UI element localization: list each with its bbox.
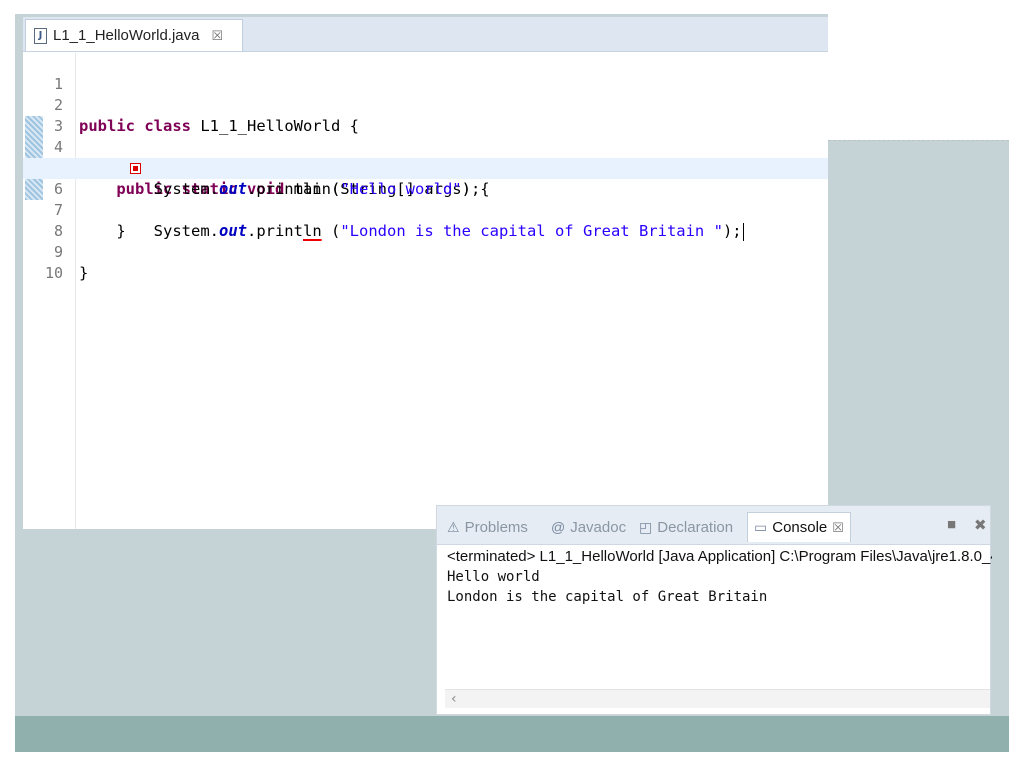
code-line[interactable]: 7 } <box>23 179 828 240</box>
error-marker-icon[interactable] <box>130 163 141 174</box>
current-code-line[interactable]: 6 System.out.println ("London is the cap… <box>23 158 828 241</box>
editor-tab[interactable]: J L1_1_HelloWorld.java ☒ <box>25 19 243 51</box>
editor-tab-title: L1_1_HelloWorld.java <box>53 27 200 44</box>
console-icon: ▭ <box>754 519 768 535</box>
console-output-line: Hello world <box>447 569 540 585</box>
tab-problems[interactable]: ⚠ Problems <box>447 514 528 540</box>
code-line[interactable]: 3 <box>23 95 828 135</box>
console-view: ⚠ Problems @ Javadoc ◰ Declaration ▭ Con… <box>436 505 992 715</box>
tab-declaration[interactable]: ◰ Declaration <box>639 514 733 540</box>
close-icon[interactable]: ☒ <box>832 520 844 536</box>
code-area[interactable]: 1 2 public class L1_1_HelloWorld { 3 4 ⊖… <box>23 53 828 529</box>
tab-javadoc[interactable]: @ Javadoc <box>551 514 626 540</box>
editor-tab-bar: J L1_1_HelloWorld.java ☒ <box>23 17 828 52</box>
javadoc-icon: @ <box>551 519 566 535</box>
console-tab-bar: ⚠ Problems @ Javadoc ◰ Declaration ▭ Con… <box>437 506 990 545</box>
code-line[interactable]: 1 <box>23 53 828 93</box>
tab-label: Problems <box>464 518 528 536</box>
declaration-icon: ◰ <box>639 518 653 535</box>
tab-label: Javadoc <box>570 518 627 536</box>
horizontal-scrollbar[interactable]: ‹ <box>445 689 990 708</box>
problems-icon: ⚠ <box>447 518 460 535</box>
status-bar-area <box>15 716 1009 752</box>
view-divider <box>828 140 1009 141</box>
code-line[interactable]: 10 <box>23 242 828 282</box>
java-file-icon: J <box>34 27 47 44</box>
line-number: 10 <box>44 264 63 282</box>
code-line[interactable]: 9 } <box>23 221 828 282</box>
code-line[interactable]: 2 public class L1_1_HelloWorld { <box>23 74 828 135</box>
tab-label: Console <box>772 519 828 536</box>
scroll-left-icon[interactable]: ‹ <box>451 690 457 708</box>
code-text: } <box>79 264 89 282</box>
console-status-line: <terminated> L1_1_HelloWorld [Java Appli… <box>447 548 992 565</box>
remove-launch-icon[interactable]: ✖ <box>974 516 987 534</box>
tab-console[interactable]: ▭ Console ☒ <box>747 512 851 542</box>
code-line[interactable]: 5 System.out.println ("Hello world"); <box>23 137 828 198</box>
tab-label: Declaration <box>657 518 734 536</box>
close-icon[interactable]: ☒ <box>211 28 223 44</box>
code-line[interactable]: 8 <box>23 200 828 240</box>
java-editor[interactable]: J L1_1_HelloWorld.java ☒ 1 2 public clas… <box>23 17 828 529</box>
stop-icon[interactable]: ■ <box>947 516 956 533</box>
outline-view-area <box>828 14 1009 140</box>
console-output-line: London is the capital of Great Britain <box>447 589 768 605</box>
code-line[interactable]: 4 ⊖ public static void main(String[] arg… <box>23 116 828 198</box>
